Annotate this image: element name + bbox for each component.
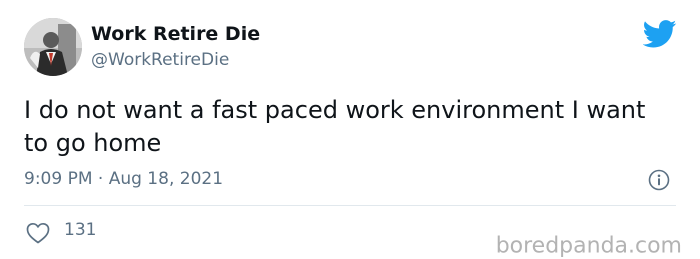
info-icon[interactable] bbox=[648, 169, 670, 191]
avatar[interactable] bbox=[24, 18, 82, 76]
user-handle[interactable]: @WorkRetireDie bbox=[91, 50, 229, 70]
twitter-bird-icon[interactable] bbox=[642, 20, 677, 48]
tweet-text: I do not want a fast paced work environm… bbox=[24, 96, 646, 157]
divider bbox=[24, 205, 676, 206]
tweet-card: Work Retire Die @WorkRetireDie I do not … bbox=[0, 0, 700, 259]
tweet-timestamp[interactable]: 9:09 PM · Aug 18, 2021 bbox=[24, 169, 223, 189]
watermark: boredpanda.com bbox=[495, 233, 682, 259]
heart-icon[interactable] bbox=[26, 222, 50, 244]
display-name[interactable]: Work Retire Die bbox=[91, 23, 260, 45]
like-count: 131 bbox=[64, 220, 97, 240]
